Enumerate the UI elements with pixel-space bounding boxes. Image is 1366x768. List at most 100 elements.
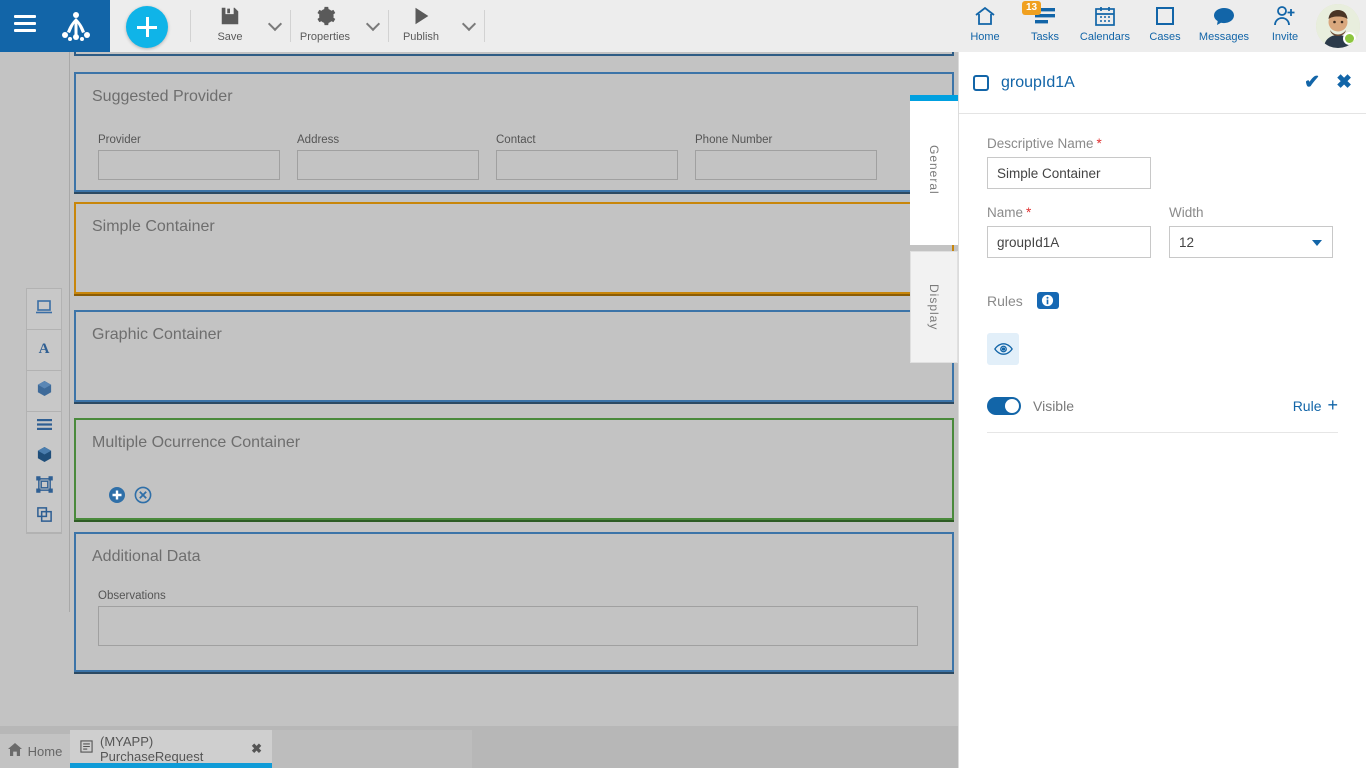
topnav-home-label: Home <box>956 31 1014 43</box>
palette-item-cube-solid[interactable] <box>27 442 61 472</box>
select-checkbox[interactable] <box>973 75 989 91</box>
remove-row-icon[interactable] <box>134 486 152 504</box>
group-frame-icon <box>36 476 53 498</box>
visible-toggle[interactable] <box>987 397 1021 415</box>
taskbar-home-button[interactable]: Home <box>0 734 70 768</box>
width-label: Width <box>1169 205 1333 220</box>
tasks-icon: 13 <box>1016 3 1074 29</box>
invite-user-icon <box>1256 3 1314 29</box>
text-a-icon: A <box>36 340 52 361</box>
width-select[interactable]: 12 <box>1169 226 1333 258</box>
palette-item-copy[interactable] <box>27 502 61 532</box>
property-tabs: General Display <box>910 95 958 363</box>
add-rule-button[interactable]: Rule <box>1293 398 1322 414</box>
taskbar-tab-label: (MYAPP) PurchaseRequest <box>100 734 244 764</box>
add-button[interactable] <box>126 6 168 48</box>
avatar[interactable] <box>1316 4 1360 48</box>
active-tab-indicator <box>70 763 272 768</box>
chevron-down-icon <box>1312 240 1322 246</box>
topnav-cases[interactable]: Cases <box>1136 3 1194 49</box>
info-icon[interactable] <box>1037 292 1059 309</box>
app-root: Save Properties Publish <box>0 0 1366 768</box>
top-toolbar: Save Properties Publish <box>0 0 1366 52</box>
section-multiple-ocurrence-container[interactable]: Multiple Ocurrence Container <box>74 418 954 520</box>
tab-display[interactable]: Display <box>910 251 958 363</box>
topnav-invite[interactable]: Invite <box>1256 3 1314 49</box>
field-label: Address <box>297 134 479 146</box>
rules-row: Rules <box>987 292 1338 309</box>
name-input[interactable] <box>987 226 1151 258</box>
screen-icon <box>35 299 53 320</box>
visible-label: Visible <box>1033 398 1293 414</box>
field-phone-number[interactable]: Phone Number <box>695 134 877 180</box>
topnav-calendars-label: Calendars <box>1074 31 1136 43</box>
copy-layers-icon <box>36 506 53 528</box>
section-suggested-provider[interactable]: Suggested Provider Provider Address Cont… <box>74 72 954 192</box>
palette-item-text[interactable]: A <box>27 330 61 370</box>
field-address[interactable]: Address <box>297 134 479 180</box>
hamburger-icon[interactable] <box>14 15 36 33</box>
plus-icon[interactable]: + <box>1327 395 1338 416</box>
field-contact[interactable]: Contact <box>496 134 678 180</box>
name-group: Name* <box>987 205 1151 258</box>
eye-icon[interactable] <box>987 333 1019 365</box>
contact-input[interactable] <box>496 150 678 180</box>
section-additional-data[interactable]: Additional Data Observations <box>74 532 954 672</box>
required-marker: * <box>1097 136 1102 151</box>
field-provider[interactable]: Provider <box>98 134 280 180</box>
name-label: Name* <box>987 205 1151 220</box>
save-label: Save <box>208 31 252 43</box>
tab-general[interactable]: General <box>910 95 958 245</box>
add-row-icon[interactable] <box>108 486 126 504</box>
properties-button[interactable]: Properties <box>292 4 358 48</box>
tasks-badge: 13 <box>1022 1 1041 15</box>
close-icon[interactable]: ✖ <box>251 741 262 757</box>
save-button[interactable]: Save <box>208 4 252 48</box>
palette-group-1 <box>27 289 61 330</box>
play-icon <box>392 4 450 28</box>
topnav-home[interactable]: Home <box>956 3 1014 49</box>
check-icon[interactable]: ✔ <box>1304 71 1320 94</box>
topnav-tasks[interactable]: 13 Tasks <box>1016 3 1074 49</box>
properties-panel: groupId1A ✔ ✖ Descriptive Name* Name* <box>958 52 1366 768</box>
properties-panel-body: Descriptive Name* Name* Width 12 <box>959 114 1366 455</box>
address-input[interactable] <box>297 150 479 180</box>
section-simple-container[interactable]: Simple Container <box>74 202 954 294</box>
partial-section-top <box>74 52 954 56</box>
properties-label: Properties <box>292 31 358 43</box>
section-graphic-container[interactable]: Graphic Container <box>74 310 954 402</box>
required-marker: * <box>1026 205 1031 220</box>
close-icon[interactable]: ✖ <box>1336 71 1352 94</box>
multiple-occurrence-buttons <box>108 486 152 504</box>
form-canvas: Suggested Provider Provider Address Cont… <box>70 52 958 726</box>
palette-item-screen[interactable] <box>27 289 61 329</box>
gear-icon <box>292 4 358 28</box>
publish-dropdown-chevron-down-icon[interactable] <box>462 16 476 30</box>
palette-item-list[interactable] <box>27 412 61 442</box>
toggle-knob <box>1005 399 1019 413</box>
home-solid-icon <box>8 743 22 759</box>
topnav-messages[interactable]: Messages <box>1192 3 1256 49</box>
section-title: Simple Container <box>76 204 952 236</box>
publish-button[interactable]: Publish <box>392 4 450 48</box>
observations-input[interactable] <box>98 606 918 646</box>
tab-display-label: Display <box>927 284 941 330</box>
field-observations[interactable]: Observations <box>98 590 918 646</box>
taskbar-home-label: Home <box>28 744 63 759</box>
label-text: Name <box>987 205 1023 220</box>
palette-group-4 <box>27 412 61 533</box>
list-lines-icon <box>36 418 53 436</box>
provider-input[interactable] <box>98 150 280 180</box>
status-indicator <box>1343 32 1356 45</box>
palette-item-group[interactable] <box>27 472 61 502</box>
cube-solid-icon <box>36 446 53 468</box>
save-dropdown-chevron-down-icon[interactable] <box>268 16 282 30</box>
taskbar: Home (MYAPP) PurchaseRequest ✖ <box>0 726 958 768</box>
topnav-calendars[interactable]: Calendars <box>1074 3 1136 49</box>
form-icon <box>80 740 93 758</box>
properties-dropdown-chevron-down-icon[interactable] <box>366 16 380 30</box>
phone-number-input[interactable] <box>695 150 877 180</box>
topnav-tasks-label: Tasks <box>1016 31 1074 43</box>
palette-item-cube[interactable] <box>27 371 61 411</box>
descriptive-name-input[interactable] <box>987 157 1151 189</box>
